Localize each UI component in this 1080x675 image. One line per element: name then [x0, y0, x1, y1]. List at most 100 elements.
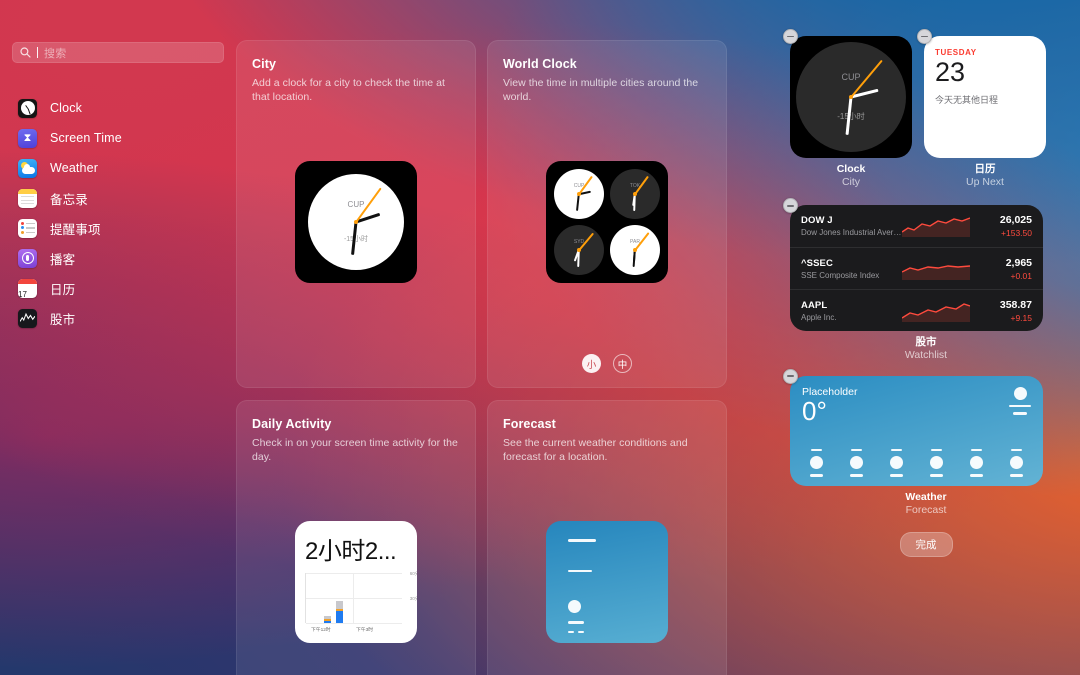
gallery-card-daily-activity[interactable]: Daily Activity Check in on your screen t… — [236, 400, 476, 675]
stock-symbol: AAPL — [801, 299, 828, 311]
screen-time-preview[interactable]: 2小时2... 60分钟30分钟0 下午12时下午3时 — [295, 521, 417, 643]
stock-sparkline — [902, 300, 971, 322]
stock-row[interactable]: ^SSEC SSE Composite Index 2,965 +0.01 — [790, 247, 1043, 289]
clock-widget-tile[interactable]: 121234567891011CUP-15小时 — [790, 36, 912, 158]
notes-app-icon — [18, 188, 37, 208]
skeleton-line — [568, 539, 596, 542]
weather-widget-tile[interactable]: Placeholder 0° — [790, 375, 1043, 486]
clock-face: 121234567891011TOK — [610, 169, 660, 219]
chart-bar-segment — [336, 601, 343, 609]
stock-row[interactable]: DOW J Dow Jones Industrial Aver… 26,025 +15… — [790, 205, 1043, 247]
gallery-card-world-clock[interactable]: World Clock View the time in multiple ci… — [487, 40, 727, 388]
installed-widget-stocks[interactable]: DOW J Dow Jones Industrial Aver… 26,025 +15… — [783, 198, 1062, 362]
app-list: Clock ⧗ Screen Time Weather 备忘录 提醒事项 播客 … — [0, 93, 236, 333]
search-input[interactable]: 搜索 — [12, 42, 224, 63]
world-clock-preview[interactable]: 121234567891011CUP121234567891011TOK 1212… — [546, 161, 668, 283]
stock-values: 26,025 +153.50 — [970, 214, 1032, 238]
chart-bar-segment — [324, 620, 331, 623]
podcasts-app-icon — [18, 248, 37, 268]
sidebar-item-label: Screen Time — [50, 131, 122, 145]
installed-widget-stack: 121234567891011CUP-15小时 Clock City TUESD… — [783, 29, 1062, 557]
widget-variant: Up Next — [966, 176, 1004, 189]
sidebar-item-label: 提醒事项 — [50, 222, 101, 237]
clock-app-icon — [18, 98, 37, 118]
widget-row: 121234567891011CUP-15小时 Clock City TUESD… — [783, 29, 1062, 195]
stock-change: +0.01 — [1010, 270, 1032, 281]
sidebar-item-label: Weather — [50, 161, 99, 175]
skeleton-line — [971, 448, 983, 451]
sidebar-item-calendar[interactable]: 17 日历 — [0, 273, 236, 303]
skeleton-line — [850, 448, 862, 451]
gallery-card-forecast[interactable]: Forecast See the current weather conditi… — [487, 400, 727, 675]
clock-hand-min — [633, 249, 636, 268]
card-preview-stage: 121234567891011CUP121234567891011TOK 1212… — [488, 161, 726, 283]
sidebar-item-reminders[interactable]: 提醒事项 — [0, 213, 236, 243]
gallery-card-city[interactable]: City Add a clock for a city to check the… — [236, 40, 476, 388]
chart-x-tick: 下午12时 — [311, 628, 331, 633]
clock-center-pin — [354, 220, 358, 224]
skeleton-line — [568, 621, 584, 624]
clock-utc-offset: -15小时 — [837, 112, 865, 121]
search-placeholder: 搜索 — [44, 47, 67, 60]
widget-name: Weather — [905, 490, 947, 503]
weather-day-column — [882, 448, 910, 477]
chart-gridline — [306, 623, 402, 624]
size-option-medium[interactable]: 中 — [613, 354, 632, 373]
sidebar-item-podcasts[interactable]: 播客 — [0, 243, 236, 273]
sidebar-item-clock[interactable]: Clock — [0, 93, 236, 123]
card-description: Add a clock for a city to check the time… — [252, 77, 445, 104]
chart-gridline — [306, 573, 402, 574]
widget-variant: Watchlist — [904, 349, 948, 362]
calendar-weekday: TUESDAY — [935, 48, 977, 57]
clock-center-pin — [577, 192, 581, 196]
stock-values: 358.87 +9.15 — [970, 299, 1032, 323]
remove-widget-icon[interactable] — [917, 29, 932, 44]
done-button[interactable]: 完成 — [899, 531, 953, 557]
skeleton-line — [810, 448, 822, 451]
stock-sparkline — [902, 258, 971, 280]
stocks-widget-tile[interactable]: DOW J Dow Jones Industrial Aver… 26,025 +15… — [790, 205, 1043, 332]
sidebar-item-label: 播客 — [50, 252, 76, 267]
skeleton-line — [1013, 412, 1027, 415]
stocks-app-icon — [18, 308, 37, 328]
installed-widget-weather[interactable]: Placeholder 0° Weather Forecast — [783, 368, 1062, 517]
calendar-widget-tile[interactable]: TUESDAY 23 今天无其他日程 — [924, 36, 1046, 158]
sidebar-item-notes[interactable]: 备忘录 — [0, 183, 236, 213]
installed-widget-clock[interactable]: 121234567891011CUP-15小时 Clock City — [783, 29, 912, 189]
calendar-note: 今天无其他日程 — [935, 95, 999, 106]
sidebar-item-weather[interactable]: Weather — [0, 153, 236, 183]
clock-hand-min — [576, 193, 580, 211]
size-option-small[interactable]: 小 — [582, 354, 601, 373]
skeleton-dot — [889, 456, 903, 469]
sidebar-item-screen-time[interactable]: ⧗ Screen Time — [0, 123, 236, 153]
card-description: See the current weather conditions and f… — [503, 437, 688, 464]
clock-face: 121234567891011CUP — [554, 169, 604, 219]
remove-widget-icon[interactable] — [783, 368, 798, 384]
chart-bar — [336, 601, 343, 623]
weather-location: Placeholder — [802, 385, 858, 398]
remove-widget-icon[interactable] — [783, 29, 798, 44]
clock-center-pin — [849, 95, 853, 99]
screen-time-total: 2小时2... — [305, 538, 397, 565]
installed-widget-calendar[interactable]: TUESDAY 23 今天无其他日程 日历 Up Next — [917, 29, 1046, 189]
search-container: 搜索 — [0, 42, 236, 63]
screen-time-app-icon: ⧗ — [18, 128, 37, 148]
skeleton-line — [849, 474, 863, 477]
widget-caption: 股市 Watchlist — [790, 331, 1062, 362]
widget-variant: Forecast — [905, 503, 947, 516]
card-description: View the time in multiple cities around … — [503, 77, 699, 104]
sidebar-item-label: 备忘录 — [50, 192, 88, 207]
weather-condition-placeholder — [1009, 386, 1031, 415]
stock-symbol: DOW J — [801, 215, 833, 227]
stock-row[interactable]: AAPL Apple Inc. 358.87 +9.15 — [790, 289, 1043, 331]
weather-app-icon — [18, 158, 37, 178]
skeleton-dot — [1010, 456, 1024, 469]
city-clock-preview[interactable]: 121234567891011CUP-15小时 — [295, 161, 417, 283]
forecast-placeholder-preview[interactable] — [546, 521, 668, 643]
clock-face: 121234567891011PAR — [610, 225, 660, 275]
screen-time-chart: 60分钟30分钟0 下午12时下午3时 — [305, 571, 417, 633]
skeleton-line — [931, 448, 943, 451]
sidebar-item-stocks[interactable]: 股市 — [0, 303, 236, 333]
chart-gridline — [306, 598, 402, 599]
widget-name: 日历 — [974, 163, 996, 175]
